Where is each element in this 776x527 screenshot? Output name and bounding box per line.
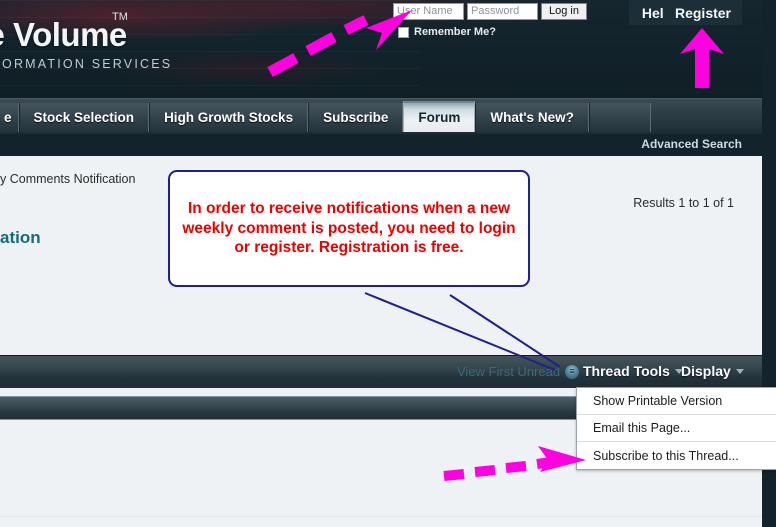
nav-tab-stock-selection[interactable]: Stock Selection bbox=[18, 103, 150, 132]
thread-tools-label: Thread Tools bbox=[583, 363, 670, 379]
logo-trademark-symbol: TM bbox=[112, 11, 128, 23]
nav-tab-spacer bbox=[588, 103, 651, 132]
nav-tab-list: e Stock Selection High Growth Stocks Sub… bbox=[0, 101, 651, 133]
login-button[interactable]: Log in bbox=[541, 2, 587, 20]
view-first-unread-label: View First Unread bbox=[457, 364, 561, 379]
instruction-callout: In order to receive notifications when a… bbox=[168, 170, 530, 287]
logo-subtitle: T INFORMATION SERVICES bbox=[0, 57, 173, 71]
logo-main-text: ive Volume bbox=[0, 16, 127, 53]
chevron-down-icon bbox=[735, 368, 744, 374]
site-header: ive Volume TM T INFORMATION SERVICES Log… bbox=[0, 0, 776, 98]
thread-tools-menu-button[interactable]: Thread Tools bbox=[583, 363, 683, 379]
nav-tab-home[interactable]: e bbox=[0, 103, 19, 132]
username-input[interactable] bbox=[393, 2, 464, 20]
remember-me-checkbox[interactable] bbox=[398, 26, 409, 38]
thread-tools-dropdown: Show Printable Version Email this Page..… bbox=[576, 387, 776, 470]
main-navigation-bar: e Stock Selection High Growth Stocks Sub… bbox=[0, 98, 776, 226]
nav-tab-whats-new[interactable]: What's New? bbox=[475, 103, 589, 132]
menu-item-show-printable-version[interactable]: Show Printable Version bbox=[577, 388, 776, 415]
display-label: Display bbox=[681, 363, 731, 379]
register-button[interactable]: Register bbox=[664, 0, 742, 25]
nav-tab-subscribe[interactable]: Subscribe bbox=[308, 103, 404, 132]
app-root: ive Volume TM T INFORMATION SERVICES Log… bbox=[0, 0, 776, 527]
content-separator bbox=[0, 516, 762, 517]
site-logo[interactable]: ive Volume TM T INFORMATION SERVICES bbox=[0, 11, 173, 71]
login-form: Log in bbox=[393, 0, 587, 22]
remember-me-row[interactable]: Remember Me? bbox=[398, 26, 496, 38]
results-count-label: Results 1 to 1 of 1 bbox=[633, 196, 734, 210]
view-first-unread-link[interactable]: View First Unread ≡ bbox=[457, 364, 580, 379]
menu-item-email-this-page[interactable]: Email this Page... bbox=[577, 415, 776, 442]
page-title: ation bbox=[0, 228, 41, 247]
remember-me-label: Remember Me? bbox=[414, 26, 496, 38]
breadcrumb[interactable]: y Comments Notification bbox=[0, 172, 135, 186]
menu-item-subscribe-to-this-thread[interactable]: Subscribe to this Thread... bbox=[577, 442, 776, 469]
unread-bubble-icon: ≡ bbox=[565, 364, 580, 379]
nav-tab-high-growth-stocks[interactable]: High Growth Stocks bbox=[149, 103, 309, 132]
callout-text: In order to receive notifications when a… bbox=[182, 199, 516, 257]
advanced-search-link[interactable]: Advanced Search bbox=[641, 137, 742, 151]
nav-tab-forum[interactable]: Forum bbox=[403, 101, 476, 132]
password-input[interactable] bbox=[467, 2, 538, 20]
display-menu-button[interactable]: Display bbox=[681, 363, 744, 379]
